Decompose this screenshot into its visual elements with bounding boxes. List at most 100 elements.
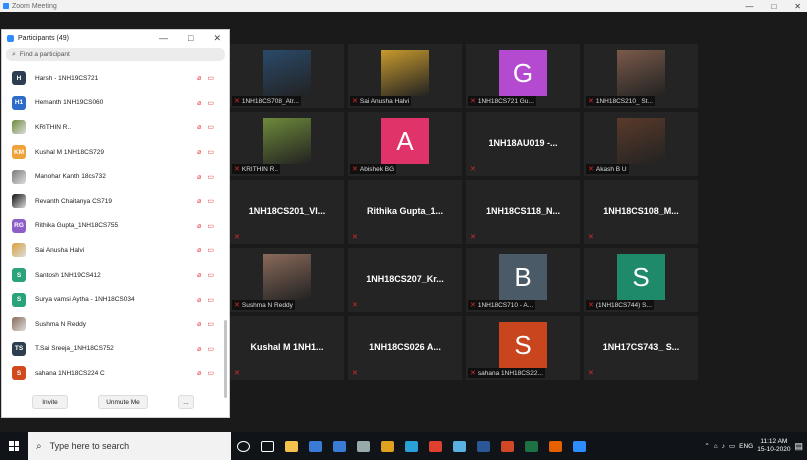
tile-caption-text: 1NH18CS721 Gu... [477,97,534,105]
video-tile[interactable]: S ✕ (1NH18CS744) S... [584,248,698,312]
powerpoint-taskbar-button[interactable] [495,432,519,460]
avatar [12,317,26,332]
notifications-icon[interactable]: ▤ [794,441,803,452]
participant-search-input[interactable]: ⌕ Find a participant [6,48,225,61]
volume-icon[interactable]: ♪ [722,443,725,450]
video-tile[interactable]: ✕ 1NH18CS210_ St... [584,44,698,108]
video-tile[interactable]: 1NH18CS118_N... ✕ [466,180,580,244]
window-minimize-button[interactable]: — [745,2,753,11]
window-maximize-button[interactable]: □ [771,2,776,11]
video-tile[interactable]: S ✕ sahana 1NH18CS22... [466,316,580,380]
word-taskbar-button[interactable] [471,432,495,460]
video-tile[interactable]: ✕ Akash B U [584,112,698,176]
video-off-icon: ▭ [207,173,214,181]
video-tile[interactable]: ✕ Sai Anusha Halvi [348,44,462,108]
tile-caption-text: (1NH18CS744) S... [595,301,652,309]
file-explorer-taskbar-button[interactable] [279,432,303,460]
avatar: S [12,268,26,283]
cortana-icon [236,440,250,452]
participant-row[interactable]: H Harsh - 1NH19CS721 ⌀ ▭ [2,66,228,91]
firefox-taskbar-button[interactable] [543,432,567,460]
video-tile[interactable]: 1NH18AU019 -... ✕ [466,112,580,176]
window-close-button[interactable]: ✕ [794,2,801,11]
participant-row[interactable]: KM Kushal M 1NH18CS729 ⌀ ▭ [2,140,228,165]
more-button[interactable]: ... [178,395,194,409]
store-taskbar-button[interactable] [303,432,327,460]
participant-row[interactable]: H1 Hemanth 1NH19CS060 ⌀ ▭ [2,91,228,116]
pdf-taskbar-button[interactable] [423,432,447,460]
taskbar-clock[interactable]: 11:12 AM 15-10-2020 [757,438,790,454]
video-tile[interactable]: 1NH18CS201_VI... ✕ [230,180,344,244]
participant-row[interactable]: Manohar Kanth 18cs732 ⌀ ▭ [2,164,228,189]
window-title: Zoom Meeting [12,2,57,10]
video-tile[interactable]: ✕ Sushma N Reddy [230,248,344,312]
excel-taskbar-button[interactable] [519,432,543,460]
panel-close-button[interactable]: ✕ [213,33,221,44]
start-button[interactable] [4,432,24,460]
window-titlebar: Zoom Meeting — □ ✕ [0,0,807,12]
video-off-icon: ▭ [207,149,214,157]
video-tile[interactable]: A ✕ Abishek BG [348,112,462,176]
chrome-taskbar-button[interactable] [375,432,399,460]
cortana-taskbar-button[interactable] [231,432,255,460]
muted-mic-icon: ✕ [234,302,240,309]
participant-row[interactable]: TS T.Sai Sreeja_1NH18CS752 ⌀ ▭ [2,337,228,362]
participant-list-scrollbar[interactable] [224,320,227,398]
language-indicator[interactable]: ENG [739,443,753,450]
video-tile[interactable]: 1NH18CS026 A... ✕ [348,316,462,380]
participant-row[interactable]: Revanth Chaitanya CS719 ⌀ ▭ [2,189,228,214]
avatar: H [12,71,26,86]
video-off-icon: ▭ [207,124,214,132]
muted-mic-icon: ✕ [470,370,476,377]
participant-row[interactable]: RG Rithika Gupta_1NH18CS755 ⌀ ▭ [2,214,228,239]
photos-taskbar-button[interactable] [351,432,375,460]
participant-row[interactable]: S Santosh 1NH19CS412 ⌀ ▭ [2,263,228,288]
muted-mic-icon: ✕ [470,98,476,105]
avatar: S [12,292,26,307]
network-icon[interactable]: ⌂ [714,443,718,450]
video-tile[interactable]: ✕ 1NH18CS708_Atr... [230,44,344,108]
invite-button[interactable]: Invite [32,395,68,409]
zoom-taskbar-button[interactable] [567,432,591,460]
taskbar-apps [231,432,591,460]
participant-row[interactable]: Sai Anusha Halvi ⌀ ▭ [2,238,228,263]
participant-avatar-letter: S [617,254,665,300]
video-tile[interactable]: 1NH18CS108_M... ✕ [584,180,698,244]
video-tile[interactable]: 1NH18CS207_Kr... ✕ [348,248,462,312]
mail-taskbar-button[interactable] [327,432,351,460]
chevron-up-icon[interactable]: ⌃ [704,442,709,450]
video-tile[interactable]: 1NH17CS743_ S... ✕ [584,316,698,380]
participant-name: Manohar Kanth 18cs732 [35,173,106,181]
participant-row[interactable]: S Surya vamsi Aytha - 1NH18CS034 ⌀ ▭ [2,287,228,312]
participant-video-image [263,118,311,164]
participant-list: H Harsh - 1NH19CS721 ⌀ ▭ H1 Hemanth 1NH19CS06… [2,66,228,386]
participant-name: Sushma N Reddy [35,320,86,328]
video-tile[interactable]: Kushal M 1NH1... ✕ [230,316,344,380]
video-tile[interactable]: B ✕ 1NH18CS710 - A... [466,248,580,312]
monitor-taskbar-button[interactable] [447,432,471,460]
muted-mic-icon: ✕ [352,302,358,309]
participant-name: 1NH18CS026 A... [369,342,441,352]
participant-video-image [381,50,429,96]
video-tile[interactable]: Rithika Gupta_1... ✕ [348,180,462,244]
muted-mic-icon: ⌀ [197,345,202,353]
participant-row[interactable]: KRITHIN R.. ⌀ ▭ [2,115,228,140]
photos-icon [356,440,370,452]
video-tile[interactable]: ✕ KRITHIN R.. [230,112,344,176]
unmute-me-button[interactable]: Unmute Me [98,395,148,409]
participant-video-image [263,50,311,96]
muted-mic-icon: ✕ [470,302,476,309]
task-view-taskbar-button[interactable] [255,432,279,460]
participant-name: Harsh - 1NH19CS721 [35,74,99,82]
participant-row[interactable]: Sushma N Reddy ⌀ ▭ [2,312,228,337]
panel-minimize-button[interactable]: — [159,33,168,44]
clock-date: 15-10-2020 [757,446,791,453]
battery-icon[interactable]: ▭ [729,442,735,450]
panel-popout-button[interactable]: □ [188,33,193,44]
participant-row[interactable]: Ssahana 1NH18CS224 C ⌀ ▭ [2,361,228,386]
taskbar-search-box[interactable]: ⌕ Type here to search [28,432,231,460]
video-tile[interactable]: G ✕ 1NH18CS721 Gu... [466,44,580,108]
edge-taskbar-button[interactable] [399,432,423,460]
video-off-icon: ▭ [207,247,214,255]
muted-mic-icon: ⌀ [197,321,202,329]
